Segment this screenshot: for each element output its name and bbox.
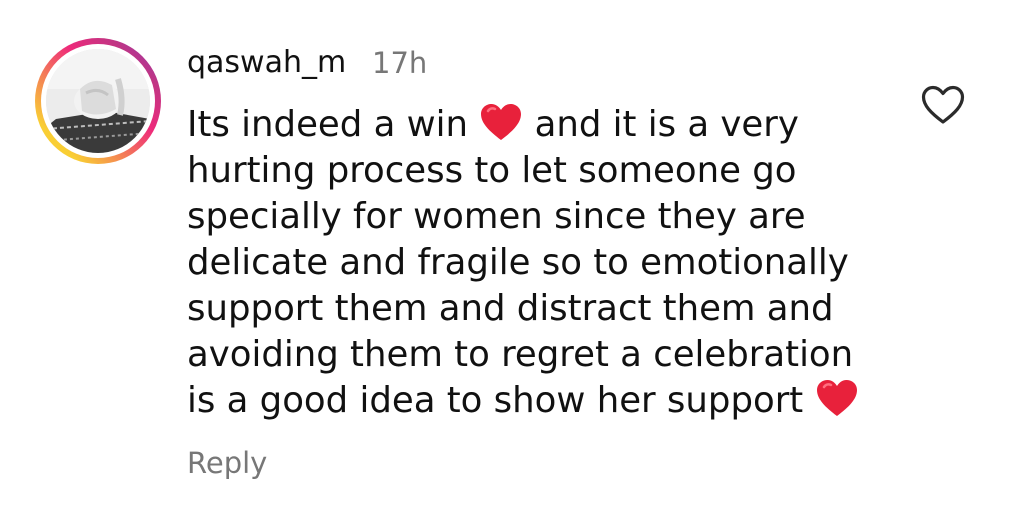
- comment-line: specially for women since they are: [187, 196, 806, 237]
- reply-button[interactable]: Reply: [187, 443, 267, 483]
- comment-line: support them and distract them and: [187, 288, 834, 329]
- avatar-photo: [46, 49, 150, 153]
- red-heart-emoji-icon: [481, 104, 522, 140]
- comment-text: Its indeed a win and it is a very hurtin…: [187, 102, 887, 424]
- comment-item: qaswah_m 17h Its indeed a win and it is …: [0, 0, 1024, 523]
- comment-username[interactable]: qaswah_m: [187, 44, 346, 82]
- heart-outline-icon[interactable]: [920, 84, 966, 126]
- comment-line: hurting process to let someone go: [187, 150, 797, 191]
- comment-line: delicate and fragile so to emotionally: [187, 242, 849, 283]
- comment-line: is a good idea to show her support: [187, 378, 887, 424]
- comment-line: avoiding them to regret a celebration: [187, 334, 854, 375]
- comment-timestamp: 17h: [372, 46, 428, 80]
- avatar: [46, 49, 150, 153]
- comment-line: Its indeed a win and it is a very: [187, 104, 799, 145]
- avatar-story-ring[interactable]: [35, 38, 161, 164]
- red-heart-emoji-icon: [816, 380, 857, 416]
